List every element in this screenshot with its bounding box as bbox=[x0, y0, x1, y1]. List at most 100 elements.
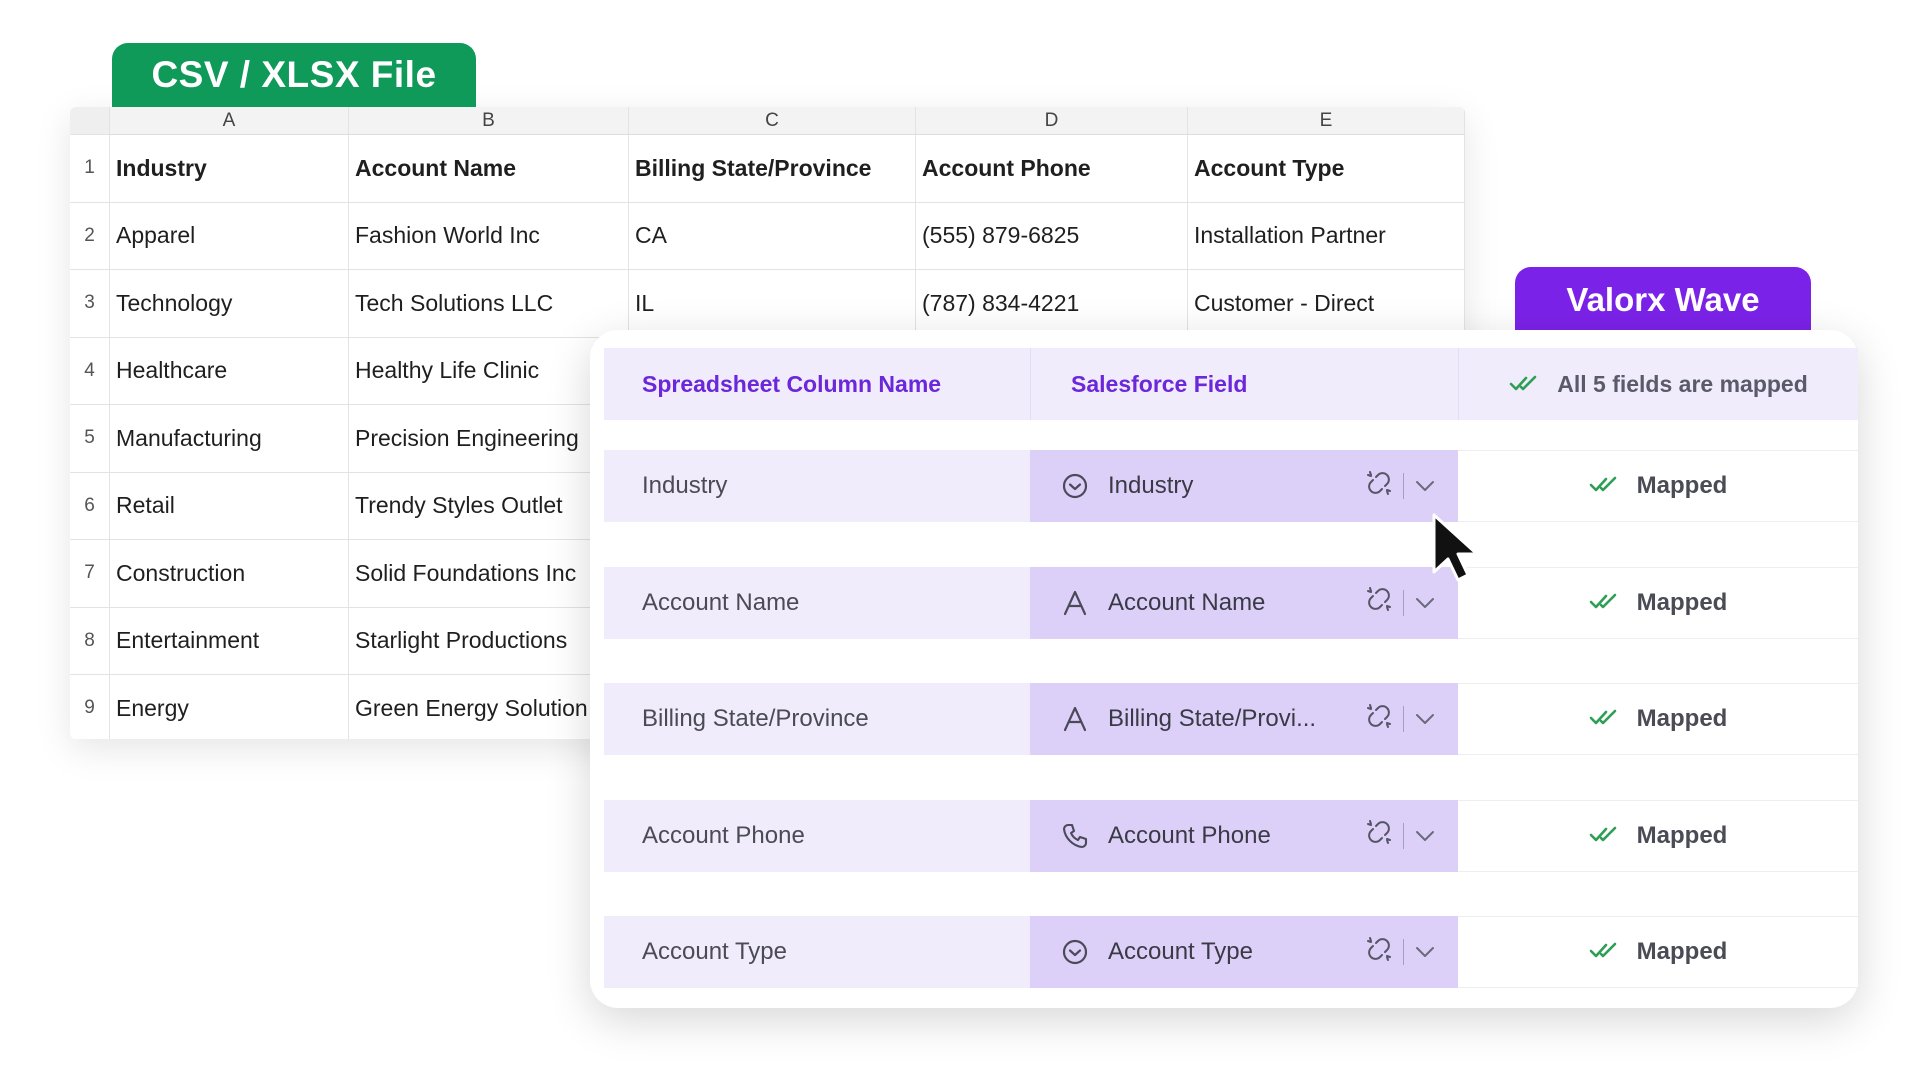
column-header[interactable]: A bbox=[110, 107, 349, 135]
mapping-status: Mapped bbox=[1458, 683, 1858, 755]
chevron-down-icon[interactable] bbox=[1414, 589, 1436, 617]
salesforce-field-select[interactable]: Account Phone bbox=[1030, 799, 1458, 872]
select-all-corner[interactable] bbox=[70, 107, 110, 135]
data-cell[interactable]: Apparel bbox=[110, 202, 349, 270]
mapping-status: Mapped bbox=[1458, 450, 1858, 522]
separator bbox=[1403, 939, 1404, 965]
data-cell[interactable]: Retail bbox=[110, 472, 349, 540]
row-header[interactable]: 7 bbox=[70, 540, 110, 608]
row-header[interactable]: 1 bbox=[70, 135, 110, 203]
spreadsheet-column-name: Account Type bbox=[604, 916, 1030, 988]
data-cell[interactable]: Starlight Productions bbox=[349, 607, 629, 675]
spreadsheet-column-name: Industry bbox=[604, 450, 1030, 522]
valorx-wave-tab: Valorx Wave bbox=[1515, 267, 1811, 333]
data-cell[interactable]: IL bbox=[629, 270, 916, 338]
row-header[interactable]: 3 bbox=[70, 270, 110, 338]
salesforce-field-select[interactable]: Billing State/Provi... bbox=[1030, 683, 1458, 755]
mapping-status: Mapped bbox=[1458, 799, 1858, 872]
field-controls bbox=[1365, 567, 1436, 639]
chevron-down-icon[interactable] bbox=[1414, 822, 1436, 850]
salesforce-field-label: Account Phone bbox=[1108, 821, 1271, 849]
mapping-status-label: Mapped bbox=[1636, 821, 1728, 849]
text-field-icon bbox=[1060, 704, 1090, 734]
data-cell[interactable]: (787) 834-4221 bbox=[916, 270, 1188, 338]
field-controls bbox=[1365, 800, 1436, 872]
mapping-row: Account Type Account Type Mapped bbox=[604, 916, 1858, 988]
row-header[interactable]: 4 bbox=[70, 337, 110, 405]
row-header[interactable]: 6 bbox=[70, 472, 110, 540]
data-cell[interactable]: Installation Partner bbox=[1188, 202, 1465, 270]
header-cell[interactable]: Account Type bbox=[1188, 135, 1465, 203]
data-cell[interactable]: Trendy Styles Outlet bbox=[349, 472, 629, 540]
column-header[interactable]: C bbox=[629, 107, 916, 135]
unlink-icon[interactable] bbox=[1365, 935, 1393, 970]
separator bbox=[1403, 706, 1404, 732]
row-header[interactable]: 8 bbox=[70, 607, 110, 675]
header-cell[interactable]: Industry bbox=[110, 135, 349, 203]
salesforce-field-select[interactable]: Account Name bbox=[1030, 566, 1458, 639]
data-cell[interactable]: Manufacturing bbox=[110, 405, 349, 473]
mapping-status-label: Mapped bbox=[1636, 588, 1728, 616]
text-field-icon bbox=[1060, 588, 1090, 618]
salesforce-field-select[interactable]: Account Type bbox=[1030, 916, 1458, 988]
row-header[interactable]: 9 bbox=[70, 675, 110, 739]
chevron-down-icon[interactable] bbox=[1414, 938, 1436, 966]
phone-icon bbox=[1060, 821, 1090, 851]
separator bbox=[1403, 473, 1404, 499]
mouse-cursor-icon bbox=[1430, 512, 1492, 589]
field-controls bbox=[1365, 916, 1436, 988]
row-header[interactable]: 2 bbox=[70, 202, 110, 270]
data-cell[interactable]: Green Energy Solution bbox=[349, 675, 629, 739]
data-cell[interactable]: Technology bbox=[110, 270, 349, 338]
mapping-status: Mapped bbox=[1458, 566, 1858, 639]
header-cell[interactable]: Account Phone bbox=[916, 135, 1188, 203]
data-cell[interactable]: Entertainment bbox=[110, 607, 349, 675]
chevron-down-icon[interactable] bbox=[1414, 472, 1436, 500]
double-check-icon bbox=[1589, 589, 1619, 617]
salesforce-field-label: Account Name bbox=[1108, 588, 1266, 616]
spreadsheet-column-name: Billing State/Province bbox=[604, 683, 1030, 755]
spreadsheet-column-header: Spreadsheet Column Name bbox=[642, 370, 942, 397]
row-header[interactable]: 5 bbox=[70, 405, 110, 473]
unlink-icon[interactable] bbox=[1365, 702, 1393, 737]
salesforce-field-header: Salesforce Field bbox=[1030, 348, 1458, 420]
data-cell[interactable]: Solid Foundations Inc bbox=[349, 540, 629, 608]
mapping-status-label: Mapped bbox=[1636, 705, 1728, 732]
double-check-icon bbox=[1589, 822, 1619, 850]
picklist-icon bbox=[1060, 471, 1090, 501]
header-cell[interactable]: Account Name bbox=[349, 135, 629, 203]
data-cell[interactable]: Energy bbox=[110, 675, 349, 739]
chevron-down-icon[interactable] bbox=[1414, 705, 1436, 733]
data-cell[interactable]: Fashion World Inc bbox=[349, 202, 629, 270]
salesforce-field-label: Industry bbox=[1108, 472, 1194, 499]
data-cell[interactable]: Precision Engineering bbox=[349, 405, 629, 473]
column-header[interactable]: E bbox=[1188, 107, 1465, 135]
field-controls bbox=[1365, 450, 1436, 522]
mapping-status-summary: All 5 fields are mapped bbox=[1458, 348, 1858, 420]
spreadsheet-column-name: Account Name bbox=[604, 566, 1030, 639]
unlink-icon[interactable] bbox=[1365, 818, 1393, 853]
header-cell[interactable]: Billing State/Province bbox=[629, 135, 916, 203]
column-header[interactable]: B bbox=[349, 107, 629, 135]
data-cell[interactable]: CA bbox=[629, 202, 916, 270]
data-cell[interactable]: (555) 879-6825 bbox=[916, 202, 1188, 270]
data-cell[interactable]: Healthcare bbox=[110, 337, 349, 405]
salesforce-field-select[interactable]: Industry bbox=[1030, 450, 1458, 522]
csv-file-tab: CSV / XLSX File bbox=[112, 43, 476, 107]
column-header[interactable]: D bbox=[916, 107, 1188, 135]
double-check-icon bbox=[1589, 938, 1619, 966]
separator bbox=[1403, 589, 1404, 616]
spreadsheet-column-name: Account Phone bbox=[604, 799, 1030, 872]
data-cell[interactable]: Healthy Life Clinic bbox=[349, 337, 629, 405]
field-controls bbox=[1365, 683, 1436, 755]
unlink-icon[interactable] bbox=[1365, 585, 1393, 620]
salesforce-field-label: Account Type bbox=[1108, 938, 1253, 965]
data-cell[interactable]: Tech Solutions LLC bbox=[349, 270, 629, 338]
mapping-row: Industry Industry Mapped bbox=[604, 450, 1858, 522]
mapping-row: Account Name Account Name Mapped bbox=[604, 566, 1858, 639]
mapping-row: Billing State/Province Billing State/Prov… bbox=[604, 683, 1858, 755]
data-cell[interactable]: Construction bbox=[110, 540, 349, 608]
data-cell[interactable]: Customer - Direct bbox=[1188, 270, 1465, 338]
unlink-icon[interactable] bbox=[1365, 469, 1393, 504]
picklist-icon bbox=[1060, 937, 1090, 967]
